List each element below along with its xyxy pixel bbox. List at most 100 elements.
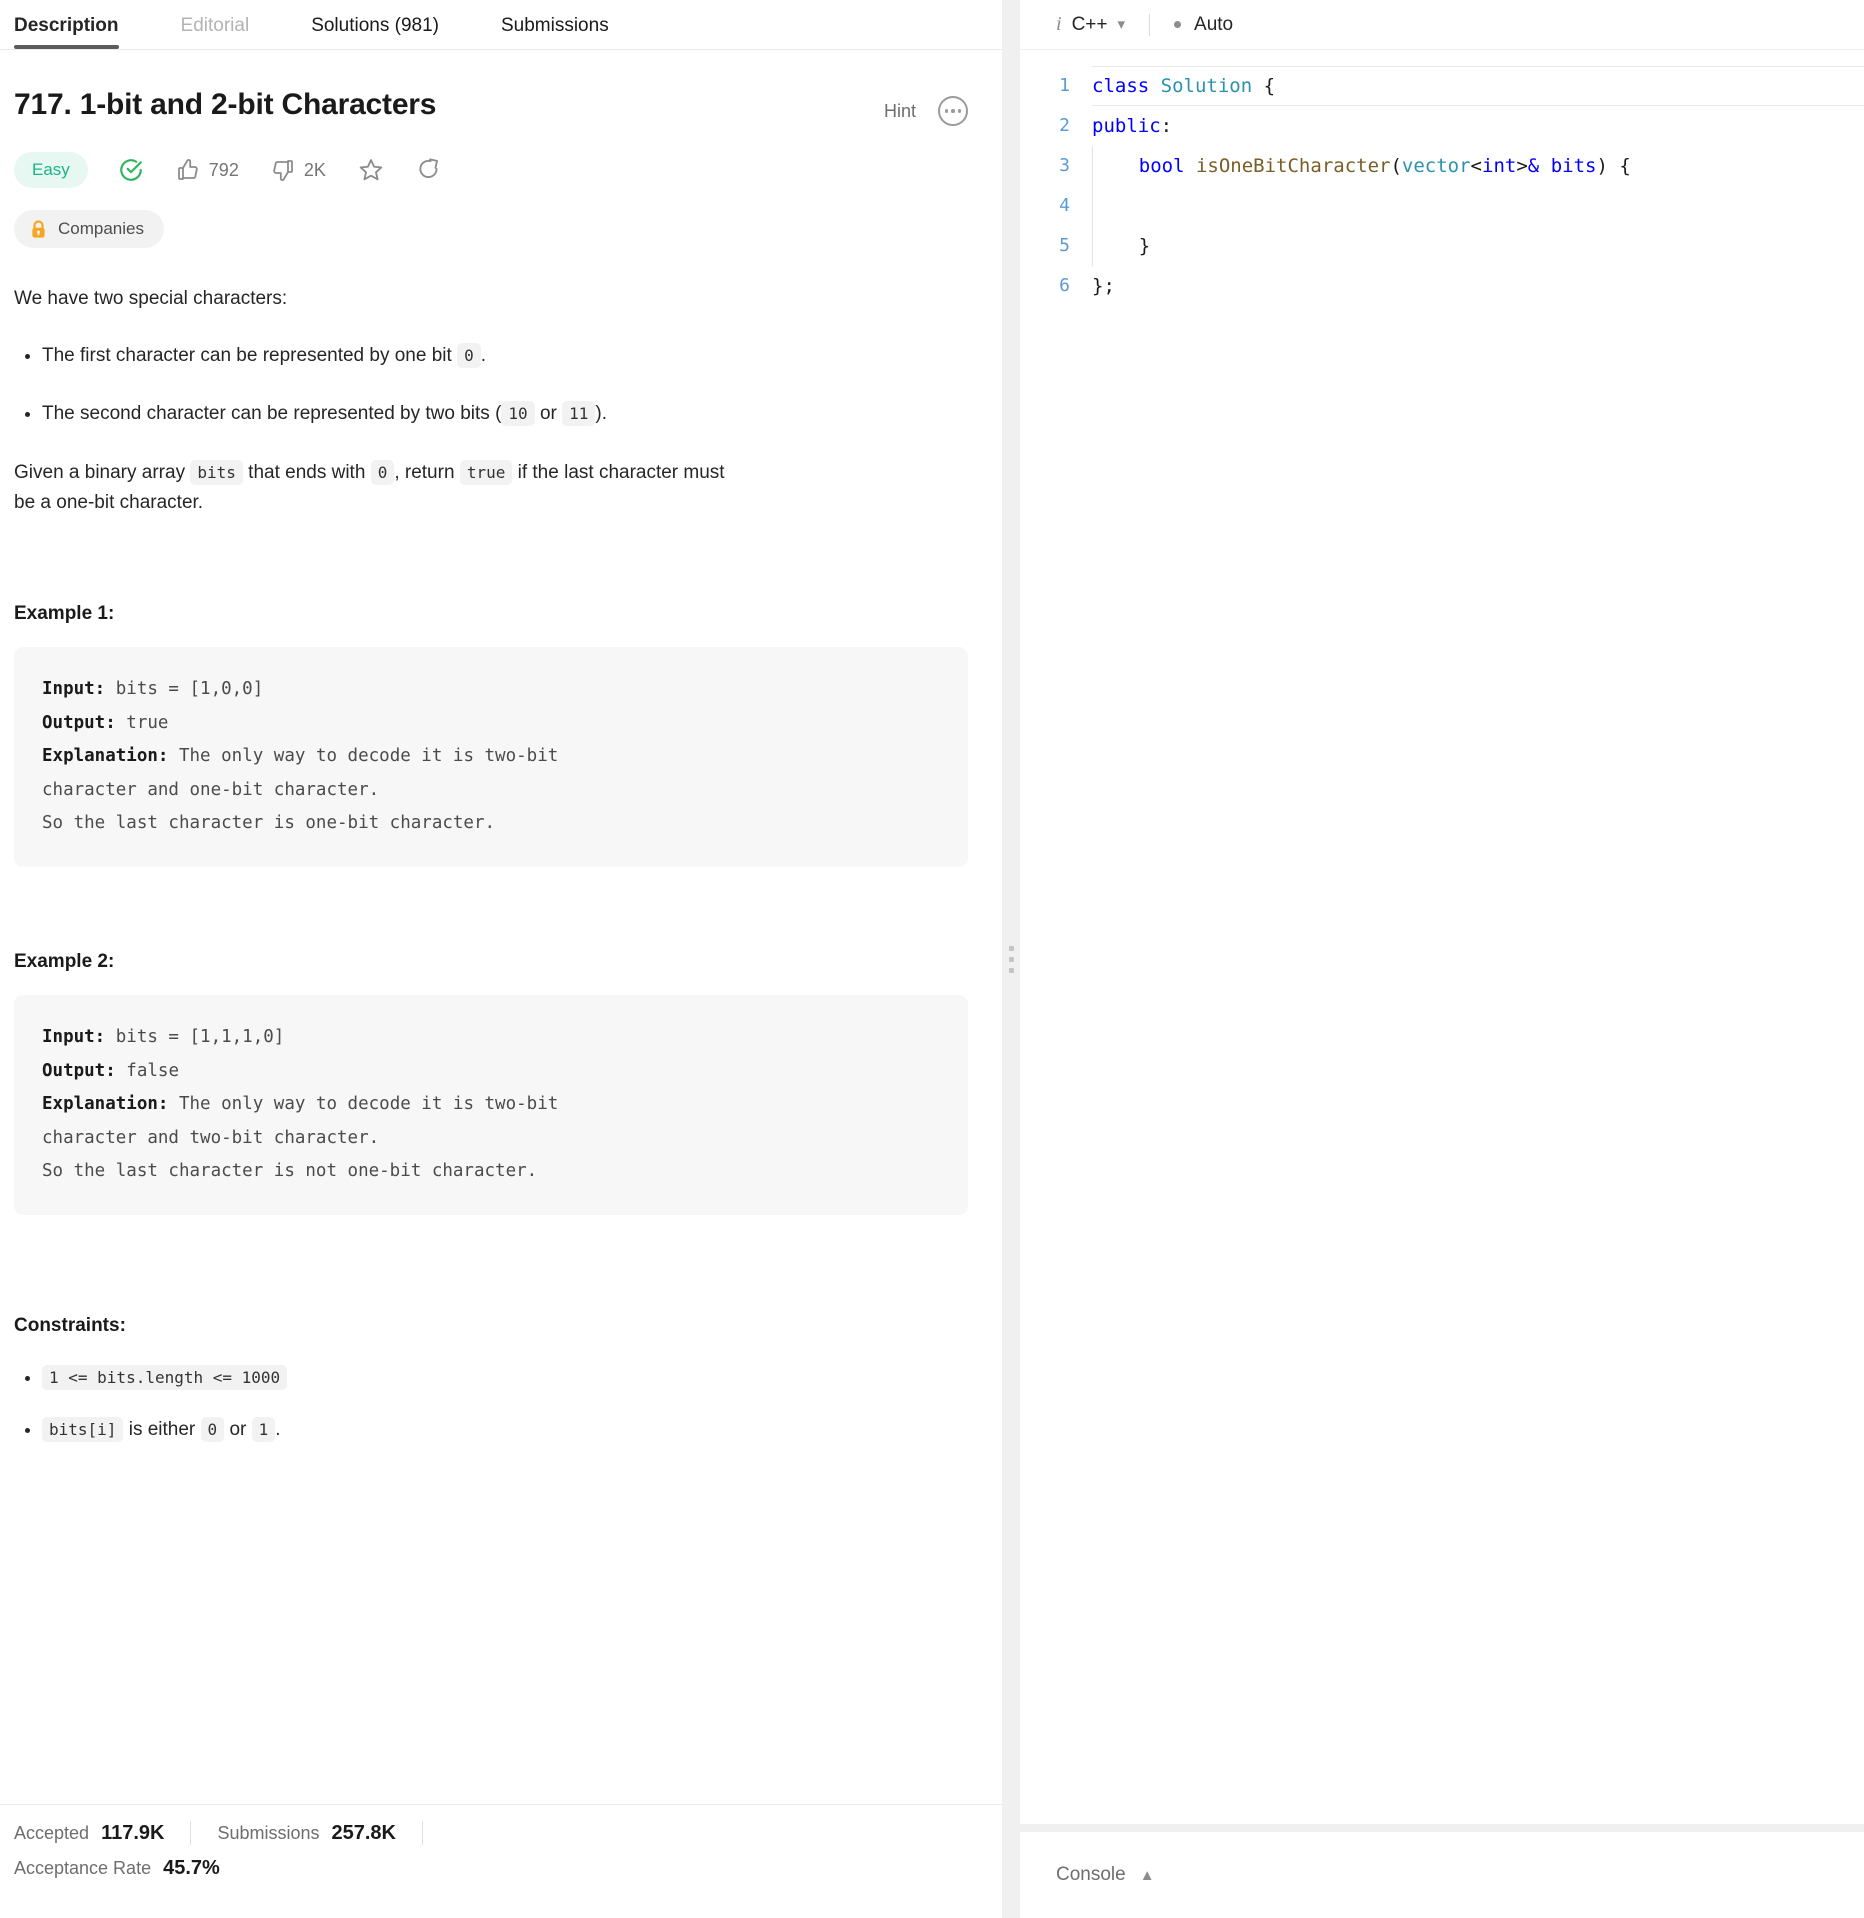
dot [1008, 967, 1014, 973]
favorite-button[interactable] [358, 157, 384, 183]
bullet-2-code2: 11 [562, 401, 596, 427]
dislike-button[interactable]: 2K [271, 158, 326, 182]
tab-solutions[interactable]: Solutions (981) [311, 15, 467, 49]
auto-toggle[interactable]: Auto [1174, 14, 1233, 36]
title-actions: Hint [884, 50, 968, 126]
console-toggle-button[interactable]: Console ▲ [1056, 1864, 1155, 1886]
statement-c3: true [459, 459, 513, 485]
chevron-up-icon: ▲ [1139, 1866, 1155, 1884]
statement-s3: , return [394, 461, 460, 483]
constraints-heading: Constraints: [14, 1315, 126, 1337]
share-icon [419, 158, 438, 178]
drag-handle-icon [1008, 945, 1014, 973]
example-2-input-label: Input: [42, 1027, 106, 1048]
hint-button[interactable]: Hint [884, 101, 916, 122]
star-icon [359, 159, 383, 181]
example-1-output-label: Output: [42, 712, 116, 733]
code-line-text: bool isOneBitCharacter(vector<int>& bits… [1092, 146, 1864, 186]
bullet-2-mid: or [534, 403, 563, 425]
dot [951, 109, 955, 113]
line-number: 2 [1059, 115, 1070, 136]
tab-submissions[interactable]: Submissions [501, 15, 637, 49]
console-label: Console [1056, 1864, 1126, 1885]
list-item: The first character can be represented b… [42, 341, 984, 371]
code-line-text [1092, 186, 1864, 226]
code-line[interactable]: 1 class Solution { [1020, 66, 1864, 106]
code-line[interactable]: 3 bool isOneBitCharacter(vector<int>& bi… [1020, 146, 1864, 186]
code-line[interactable]: 6 }; [1020, 266, 1864, 306]
statement-s2: that ends with [242, 461, 371, 483]
app-root: Description Editorial Solutions (981) Su… [0, 0, 1864, 1918]
code-line-text: public: [1092, 115, 1173, 137]
lock-icon [32, 219, 45, 238]
submissions-label: Submissions [217, 1822, 320, 1843]
difficulty-badge[interactable]: Easy [14, 152, 88, 188]
share-button[interactable] [416, 157, 442, 183]
line-number: 5 [1059, 235, 1070, 256]
constraint-2-code2: 0 [200, 1417, 225, 1443]
example-1-block: Input: bits = [1,0,0] Output: true Expla… [14, 647, 968, 868]
bullet-1-pre: The first character can be represented b… [42, 344, 458, 366]
tab-editorial[interactable]: Editorial [181, 15, 278, 49]
example-1-heading: Example 1: [14, 603, 115, 625]
constraint-2-text: is either [123, 1419, 201, 1441]
example-1-input-label: Input: [42, 679, 106, 700]
constraint-2-code3: 1 [251, 1417, 276, 1443]
tab-description-label: Description [14, 15, 119, 36]
dot [1008, 945, 1014, 951]
companies-badge[interactable]: Companies [14, 210, 164, 248]
code-line-text: } [1092, 226, 1864, 266]
auto-label: Auto [1194, 13, 1234, 35]
editor-toolbar: i C++ ▾ Auto [1020, 0, 1864, 50]
tab-submissions-label: Submissions [500, 15, 609, 36]
accepted-value: 117.9K [101, 1821, 165, 1844]
example-1-output-value: true [115, 712, 169, 733]
console-bar: Console ▲ [1020, 1832, 1864, 1918]
submissions-value: 257.8K [331, 1821, 397, 1844]
language-selector[interactable]: i C++ ▾ [1056, 13, 1125, 36]
stats-footer: Accepted 117.9K Submissions 257.8K Accep… [0, 1804, 1002, 1918]
stats-line-2: Acceptance Rate 45.7% [14, 1857, 988, 1880]
bullet-1-code: 0 [457, 342, 481, 368]
tab-editorial-label: Editorial [180, 15, 250, 36]
code-line[interactable]: 5 } [1020, 226, 1864, 266]
line-number: 4 [1059, 195, 1070, 216]
language-label: C++ [1071, 13, 1108, 35]
list-item: 1 <= bits.length <= 1000 [42, 1365, 984, 1391]
divider [422, 1821, 423, 1845]
like-button[interactable]: 792 [176, 158, 239, 182]
stats-line-1: Accepted 117.9K Submissions 257.8K [14, 1821, 988, 1845]
example-2-input-value: bits = [1,1,1,0] [105, 1027, 285, 1048]
divider [1149, 13, 1151, 36]
constraint-2-text2: or [224, 1419, 252, 1441]
code-line-text: class Solution { [1092, 66, 1864, 106]
divider [190, 1821, 192, 1845]
bullet-2-code: 10 [501, 401, 535, 427]
constraint-2-code: bits[i] [42, 1417, 124, 1443]
dot [944, 109, 949, 113]
page-title: 717. 1-bit and 2-bit Characters [14, 88, 437, 121]
bullet-2-pre: The second character can be represented … [42, 403, 502, 425]
code-editor[interactable]: 1 class Solution { 2 public: 3 bool isOn… [1020, 50, 1864, 1824]
like-count: 792 [208, 159, 239, 180]
companies-label: Companies [58, 219, 144, 238]
line-number: 6 [1059, 275, 1070, 296]
tab-bar: Description Editorial Solutions (981) Su… [0, 0, 1002, 50]
panel-splitter[interactable] [1002, 0, 1020, 1918]
thumbs-up-icon [177, 159, 198, 180]
description-panel: Description Editorial Solutions (981) Su… [0, 0, 1002, 1918]
more-options-icon[interactable] [938, 96, 968, 126]
code-line[interactable]: 4 [1020, 186, 1864, 226]
constraint-1-code: 1 <= bits.length <= 1000 [42, 1365, 288, 1391]
info-icon: i [1056, 13, 1062, 35]
bullet-1-post: . [480, 344, 486, 366]
title-row: 717. 1-bit and 2-bit Characters Hint [14, 50, 984, 126]
tab-description[interactable]: Description [14, 15, 147, 49]
solved-check-icon[interactable] [118, 157, 144, 183]
problem-statement: Given a binary array bits that ends with… [14, 458, 744, 520]
code-line[interactable]: 2 public: [1020, 106, 1864, 146]
dislike-count: 2K [303, 159, 326, 180]
code-line-text: }; [1092, 275, 1115, 297]
bullet-2-post: ). [595, 403, 608, 425]
example-1-input-value: bits = [1,0,0] [105, 679, 264, 700]
